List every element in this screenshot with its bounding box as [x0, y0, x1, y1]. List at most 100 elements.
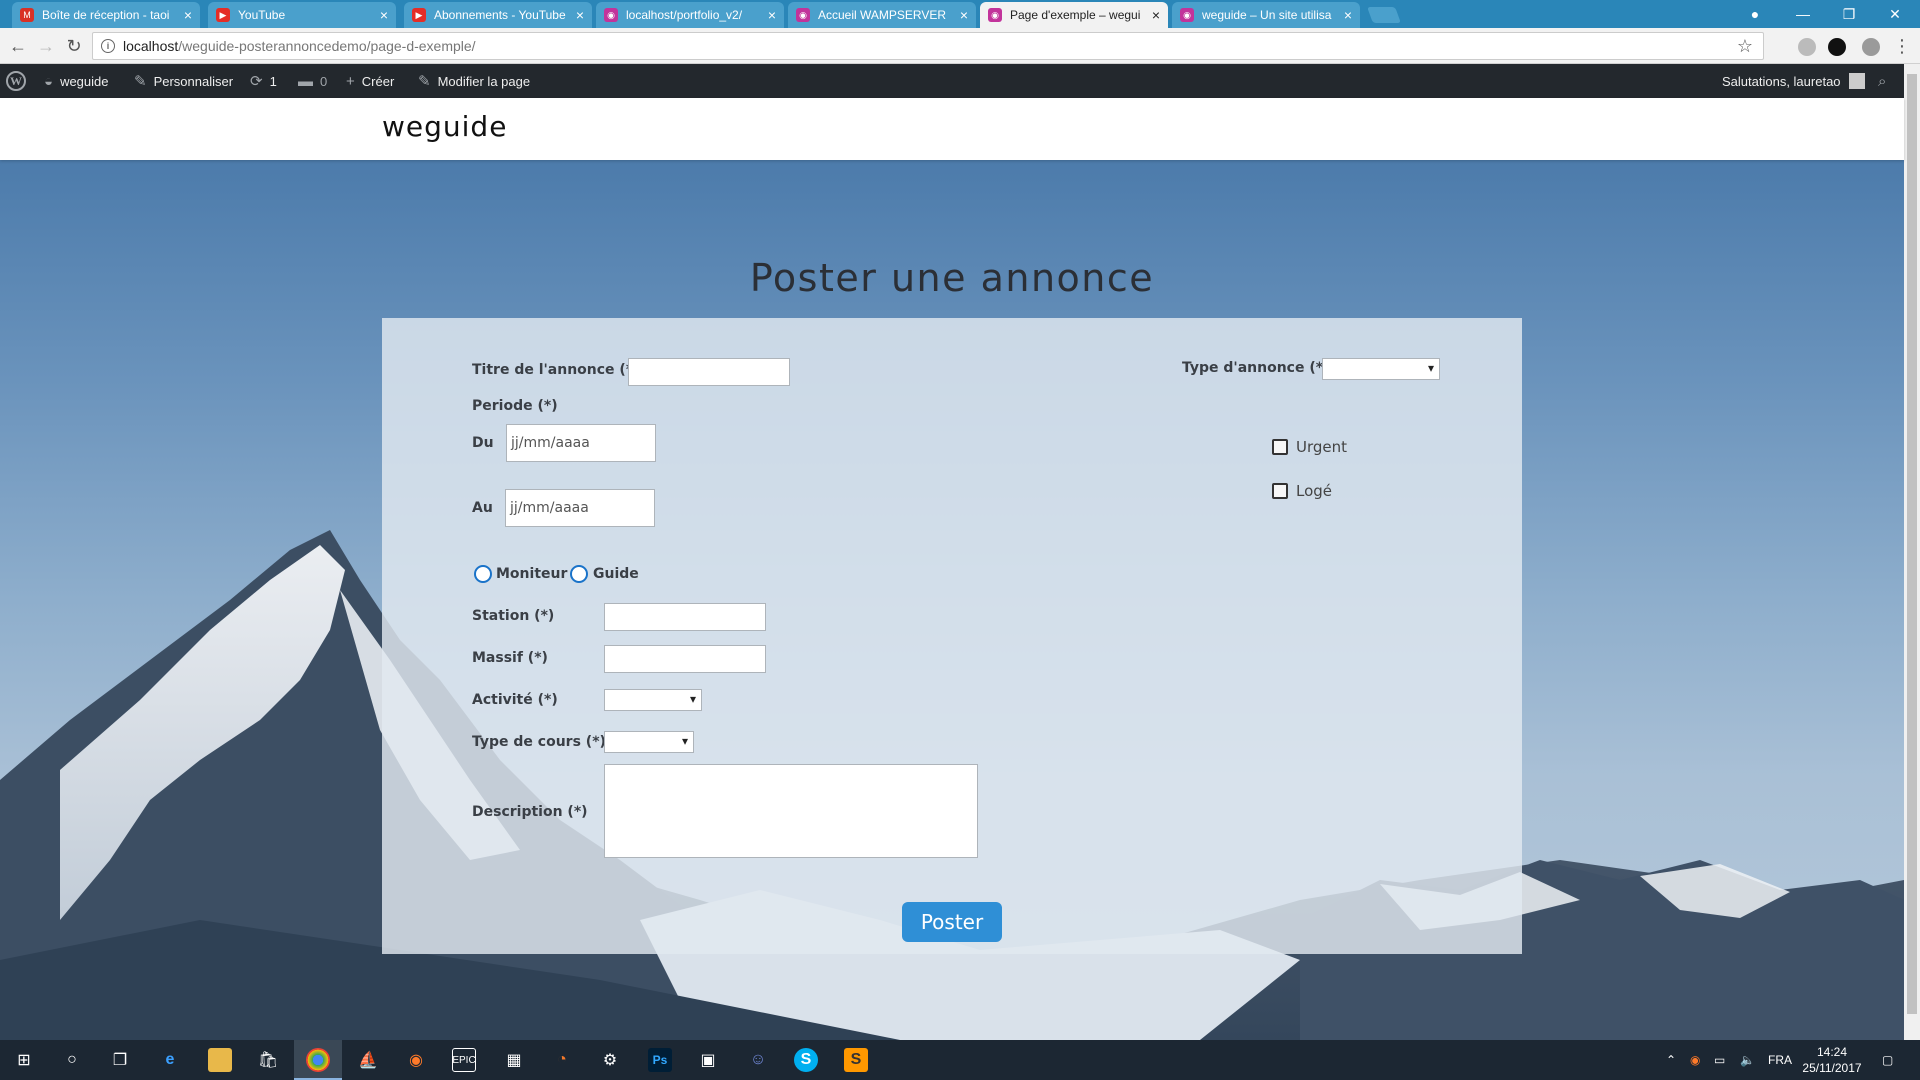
updates-icon: ⟳: [250, 73, 263, 90]
adminbar-site-link[interactable]: ◒ weguide: [44, 64, 109, 98]
browser-tab[interactable]: ◉ localhost/portfolio_v2/ ×: [596, 2, 784, 28]
browser-tab[interactable]: M Boîte de réception - taoi ×: [12, 2, 200, 28]
station-input[interactable]: [604, 603, 766, 631]
clock-date: 25/11/2017: [1802, 1061, 1862, 1075]
tab-close-icon[interactable]: ×: [768, 7, 776, 23]
massif-label: Massif (*): [472, 650, 548, 666]
page-scrollbar[interactable]: [1904, 64, 1920, 1040]
tray-chevron-icon[interactable]: ⌃: [1666, 1040, 1676, 1080]
extension-icon[interactable]: [1862, 38, 1880, 56]
loge-checkbox[interactable]: [1272, 483, 1288, 499]
date-du-input[interactable]: jj/mm/aaaa: [506, 424, 656, 462]
adminbar-account-link[interactable]: Salutations, lauretao: [1722, 64, 1865, 98]
new-tab-button[interactable]: [1367, 7, 1401, 23]
ship-app-icon[interactable]: ⛵: [356, 1048, 380, 1072]
store-icon[interactable]: 🛍: [256, 1048, 280, 1072]
edge-browser-icon[interactable]: e: [158, 1048, 182, 1072]
language-indicator[interactable]: FRA: [1768, 1040, 1792, 1080]
brush-icon: ✎: [134, 73, 147, 90]
adminbar-updates-link[interactable]: ⟳ 1: [250, 64, 277, 98]
guide-radio[interactable]: [570, 565, 588, 583]
network-icon[interactable]: ▭: [1714, 1040, 1725, 1080]
wordpress-logo-icon[interactable]: W: [6, 64, 26, 98]
poster-button[interactable]: Poster: [902, 902, 1002, 942]
reload-icon[interactable]: ↻: [62, 34, 86, 58]
adminbar-comments-count: 0: [320, 73, 328, 89]
tab-close-icon[interactable]: ×: [576, 7, 584, 23]
bookmark-star-icon[interactable]: ☆: [1737, 36, 1753, 57]
chrome-icon[interactable]: [306, 1048, 330, 1072]
minimize-button[interactable]: —: [1780, 0, 1826, 28]
tab-close-icon[interactable]: ×: [380, 7, 388, 23]
activite-select[interactable]: [604, 689, 702, 711]
tab-favicon-icon: ◉: [988, 8, 1002, 22]
browser-tab[interactable]: ◉ Page d'exemple – wegui ×: [980, 2, 1168, 28]
massif-input[interactable]: [604, 645, 766, 673]
address-bar[interactable]: i localhost/weguide-posterannoncedemo/pa…: [92, 32, 1764, 60]
tab-close-icon[interactable]: ×: [1344, 7, 1352, 23]
tab-title: YouTube: [238, 8, 286, 22]
steam-icon[interactable]: ⚙: [598, 1048, 622, 1072]
info-icon[interactable]: i: [101, 39, 115, 53]
restore-button[interactable]: ❐: [1826, 0, 1872, 28]
guide-label: Guide: [593, 566, 639, 582]
tray-app-icon[interactable]: ◉: [1690, 1040, 1700, 1080]
sublime-text-icon[interactable]: S: [844, 1048, 868, 1072]
site-header: weguide: [0, 98, 1904, 160]
browser-tab[interactable]: ▶ YouTube ×: [208, 2, 396, 28]
tab-close-icon[interactable]: ×: [184, 7, 192, 23]
browser-tab[interactable]: ▶ Abonnements - YouTube ×: [404, 2, 592, 28]
cortana-search-icon[interactable]: ○: [60, 1048, 84, 1072]
type-cours-select[interactable]: [604, 731, 694, 753]
extension-icon[interactable]: [1828, 38, 1846, 56]
tab-title: Boîte de réception - taoi: [42, 8, 170, 22]
system-clock[interactable]: 14:24 25/11/2017: [1792, 1044, 1872, 1076]
activite-label: Activité (*): [472, 692, 558, 708]
notifications-icon[interactable]: ▢: [1882, 1040, 1893, 1080]
photoshop-icon[interactable]: Ps: [648, 1048, 672, 1072]
page-content: Poster une annonce Titre de l'annonce (*…: [0, 160, 1904, 1040]
file-explorer-icon[interactable]: [208, 1048, 232, 1072]
skype-icon[interactable]: S: [794, 1048, 818, 1072]
type-annonce-select[interactable]: [1322, 358, 1440, 380]
titre-input[interactable]: [628, 358, 790, 386]
close-window-button[interactable]: ✕: [1872, 0, 1918, 28]
browser-toolbar: ← → ↻ i localhost/weguide-posterannonced…: [0, 28, 1920, 64]
scrollbar-thumb[interactable]: [1907, 74, 1917, 1014]
forward-arrow-icon[interactable]: →: [34, 34, 58, 58]
moniteur-radio[interactable]: [474, 565, 492, 583]
urgent-checkbox[interactable]: [1272, 439, 1288, 455]
tab-favicon-icon: ◉: [1180, 8, 1194, 22]
tab-close-icon[interactable]: ×: [1152, 7, 1160, 23]
adminbar-edit-page-link[interactable]: ✎ Modifier la page: [418, 64, 530, 98]
adminbar-customize-link[interactable]: ✎ Personnaliser: [134, 64, 233, 98]
pencil-icon: ✎: [418, 73, 431, 90]
search-icon: ⌕: [1878, 72, 1887, 90]
discord-icon[interactable]: ☺: [746, 1048, 770, 1072]
task-view-icon[interactable]: ❐: [108, 1048, 132, 1072]
calculator-icon[interactable]: ▦: [502, 1048, 526, 1072]
volume-icon[interactable]: 🔈: [1740, 1040, 1755, 1080]
menu-dots-icon[interactable]: ⋮: [1890, 34, 1914, 58]
description-textarea[interactable]: [604, 764, 978, 858]
avatar: [1848, 73, 1865, 89]
tab-close-icon[interactable]: ×: [960, 7, 968, 23]
back-arrow-icon[interactable]: ←: [6, 34, 30, 58]
type-annonce-label: Type d'annonce (*): [1182, 360, 1330, 376]
tab-title: Accueil WAMPSERVER: [818, 8, 947, 22]
site-title[interactable]: weguide: [382, 110, 507, 143]
date-au-input[interactable]: jj/mm/aaaa: [505, 489, 655, 527]
windows-start-icon[interactable]: ⊞: [12, 1048, 36, 1072]
adminbar-comments-link[interactable]: ▬ 0: [298, 64, 327, 98]
browser-tab[interactable]: ◉ Accueil WAMPSERVER ×: [788, 2, 976, 28]
origin-icon[interactable]: ◉: [404, 1048, 428, 1072]
media-player-icon[interactable]: ▣: [696, 1048, 720, 1072]
epic-games-icon[interactable]: EPIC: [452, 1048, 476, 1072]
adminbar-new-link[interactable]: + Créer: [346, 64, 394, 98]
tab-title: Page d'exemple – wegui: [1010, 8, 1141, 22]
adminbar-search-icon[interactable]: ⌕: [1878, 64, 1893, 98]
profile-icon[interactable]: ●: [1732, 0, 1778, 28]
extension-icon[interactable]: [1798, 38, 1816, 56]
browser-tab[interactable]: ◉ weguide – Un site utilisa ×: [1172, 2, 1360, 28]
blender-icon[interactable]: ◔: [550, 1048, 574, 1072]
